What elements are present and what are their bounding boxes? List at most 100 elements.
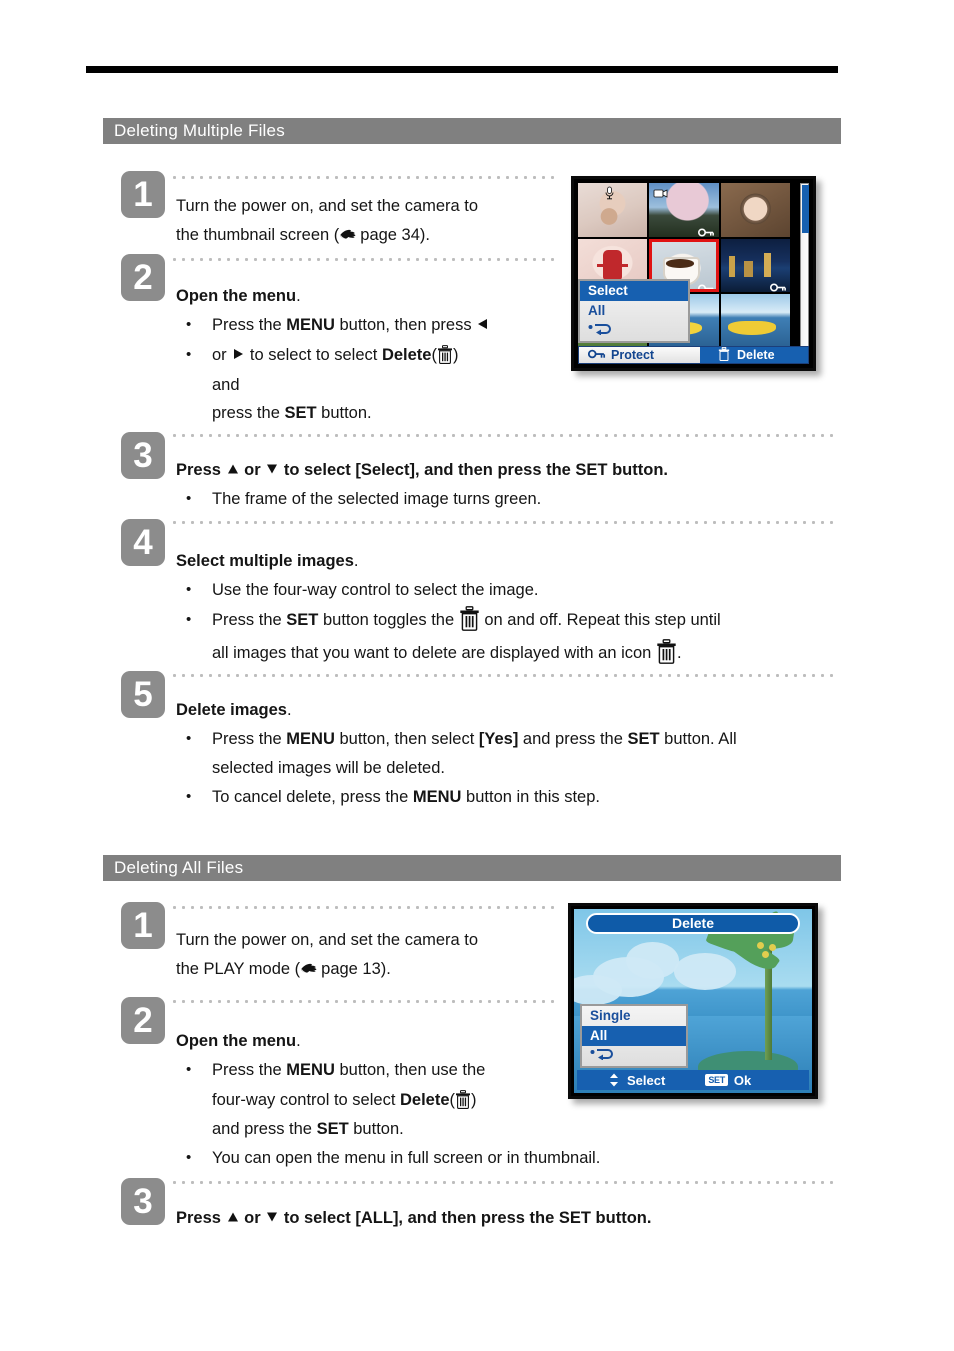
step-separator xyxy=(170,1181,838,1184)
set-label: SET xyxy=(286,611,319,629)
camera-thumbnail-screen: Select All Protect Delete xyxy=(571,176,816,371)
step4-bullet-1: Use the four-way control to select the i… xyxy=(186,575,538,605)
manual-page: Deleting Multiple Files 1 Turn the power… xyxy=(0,0,954,1351)
delete-action[interactable]: Delete xyxy=(700,346,808,364)
thumbnail-cherry-tree[interactable] xyxy=(649,183,719,237)
s2-step2-title-text: Open the menu xyxy=(176,1032,297,1050)
menu-item-back[interactable] xyxy=(580,321,688,341)
menu-label: MENU xyxy=(286,1061,335,1079)
pointing-hand-icon xyxy=(300,961,321,976)
step1-line2-a: the thumbnail screen ( xyxy=(176,226,340,244)
step2-bullet-2: or to select to select Delete() xyxy=(186,340,459,370)
paren-close: ) xyxy=(452,346,459,364)
step-badge-5: 5 xyxy=(121,671,165,718)
delete-label: Delete xyxy=(381,346,432,364)
step1-line2: the thumbnail screen ( page 34). xyxy=(176,220,430,250)
trash-icon xyxy=(718,346,730,364)
s3-or: or xyxy=(244,461,261,479)
menu-item-select[interactable]: Select xyxy=(580,281,688,301)
down-arrow-icon xyxy=(265,456,279,474)
b2-mid: button toggles the xyxy=(318,611,455,629)
protect-action[interactable]: Protect xyxy=(579,348,700,362)
pointing-hand-icon xyxy=(339,227,360,242)
b2-pre: Press the xyxy=(212,611,287,629)
step-badge-3: 3 xyxy=(121,432,165,479)
scrollbar-track[interactable] xyxy=(800,183,809,348)
select-label: Select xyxy=(627,1072,666,1088)
b1-post: button. All xyxy=(659,730,737,748)
step2-title: Open the menu. xyxy=(176,281,301,311)
thumbnail-girls-portrait[interactable] xyxy=(720,183,790,237)
b4-pre: press the xyxy=(212,404,285,422)
period: . xyxy=(353,552,359,570)
s2-step2-bullet-1-cont2: and press the SET button. xyxy=(212,1114,404,1144)
menu-label: MENU xyxy=(286,730,335,748)
b1-post: button, then use the xyxy=(334,1061,486,1079)
trash-icon xyxy=(459,606,480,631)
step5-bullet-2: To cancel delete, press the MENU button … xyxy=(186,782,600,812)
building xyxy=(763,252,771,278)
b3-pre: To cancel delete, press the xyxy=(212,788,413,806)
s3-rest: to select [ALL], and then press the SET … xyxy=(283,1209,652,1227)
step-badge-1: 1 xyxy=(121,902,165,949)
step2-bullet-1: Press the MENU button, then press xyxy=(186,310,490,340)
step3-title: Press or to select [Select], and then pr… xyxy=(176,455,668,485)
scrollbar-thumb[interactable] xyxy=(802,185,809,233)
trash-icon xyxy=(656,639,677,664)
b3-pre: and press the xyxy=(212,1120,317,1138)
step2-bullet-4: press the SET button. xyxy=(212,398,372,428)
s3-press: Press xyxy=(176,461,221,479)
s3-press: Press xyxy=(176,1209,221,1227)
thumbnail-status-bar: Protect Delete xyxy=(578,346,809,364)
thumbnail-baby[interactable] xyxy=(578,183,648,237)
back-arrow-icon xyxy=(588,321,614,341)
b2-mid: to select to select xyxy=(249,346,382,364)
up-arrow-icon xyxy=(226,456,240,474)
step4-bullet-3: all images that you want to delete are d… xyxy=(212,638,682,668)
left-arrow-icon xyxy=(476,311,490,329)
s2-step1-page-ref[interactable]: page 13 xyxy=(321,960,381,978)
thumbnail-delete-menu[interactable]: Select All xyxy=(578,279,690,343)
select-action[interactable]: Select xyxy=(577,1073,665,1088)
step-separator xyxy=(170,176,558,179)
delete-label: Delete xyxy=(737,348,775,362)
back-arrow-icon xyxy=(590,1046,616,1066)
up-arrow-icon xyxy=(226,1204,240,1222)
trash-icon xyxy=(437,345,453,364)
s3-rest: to select [Select], and then press the S… xyxy=(283,461,668,479)
step-badge-3: 3 xyxy=(121,1178,165,1225)
s2-step2-title: Open the menu. xyxy=(176,1026,301,1056)
boat xyxy=(727,321,777,336)
thumbnail-city-night[interactable] xyxy=(720,238,790,293)
step5-title: Delete images. xyxy=(176,695,292,725)
menu-item-back[interactable] xyxy=(582,1046,686,1066)
camera-delete-menu-screen: Delete Single All Select SET Ok xyxy=(568,903,818,1099)
b3-text: all images that you want to delete are d… xyxy=(212,644,652,662)
step1-page-ref[interactable]: page 34 xyxy=(360,226,420,244)
menu-item-all[interactable]: All xyxy=(582,1026,686,1046)
trash-icon xyxy=(455,1090,471,1109)
building xyxy=(728,255,735,278)
cloud xyxy=(574,975,622,1005)
b2-pre: four-way control to select xyxy=(212,1091,400,1109)
step4-title-text: Select multiple images xyxy=(176,552,354,570)
s2-step2-bullet-1-cont: four-way control to select Delete() xyxy=(212,1085,477,1115)
yes-label: [Yes] xyxy=(478,730,519,748)
key-icon xyxy=(769,279,787,292)
menu-item-all[interactable]: All xyxy=(580,301,688,321)
step3-bullet-1: The frame of the selected image turns gr… xyxy=(186,484,541,514)
s3-or: or xyxy=(244,1209,261,1227)
thumbnail-boat-ride-2[interactable] xyxy=(720,294,790,348)
step1-line2-b: ). xyxy=(419,226,431,244)
step-separator xyxy=(170,521,838,524)
section-header-deleting-all-files: Deleting All Files xyxy=(103,855,841,881)
protect-label: Protect xyxy=(611,348,655,362)
menu-item-single[interactable]: Single xyxy=(582,1006,686,1026)
step5-bullet-1-cont: selected images will be deleted. xyxy=(212,759,445,777)
b4-post: button. xyxy=(316,404,372,422)
ok-action[interactable]: SET Ok xyxy=(665,1073,751,1088)
up-down-arrow-icon xyxy=(609,1073,619,1087)
step-separator xyxy=(170,258,558,261)
delete-mode-menu[interactable]: Single All xyxy=(580,1004,688,1068)
b2-post: on and off. Repeat this step until xyxy=(484,611,721,629)
